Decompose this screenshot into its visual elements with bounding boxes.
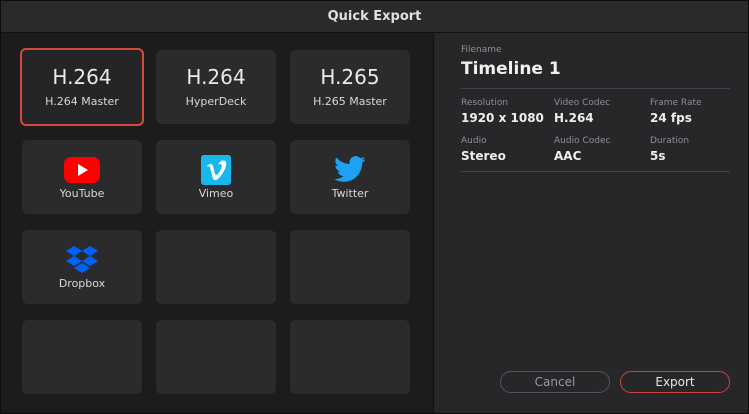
- video-codec-label: Video Codec: [554, 98, 611, 108]
- preset-dropbox[interactable]: Dropbox: [22, 230, 142, 304]
- twitter-icon: [334, 155, 366, 185]
- audio-codec-label: Audio Codec: [554, 136, 611, 146]
- preset-twitter[interactable]: Twitter: [290, 140, 410, 214]
- preset-grid: H.264 H.264 Master H.264 HyperDeck H.265…: [1, 33, 433, 413]
- preset-format: H.264: [52, 65, 112, 89]
- duration-label: Duration: [650, 136, 690, 146]
- separator: [461, 88, 730, 89]
- preset-empty-slot: [290, 320, 410, 394]
- audio-value: Stereo: [461, 149, 506, 163]
- preset-youtube[interactable]: YouTube: [22, 140, 142, 214]
- resolution-value: 1920 x 1080: [461, 111, 544, 125]
- preset-h265-master[interactable]: H.265 H.265 Master: [290, 50, 410, 124]
- preset-empty-slot: [290, 230, 410, 304]
- preset-label: Dropbox: [58, 276, 106, 290]
- separator: [461, 171, 730, 172]
- preset-label: HyperDeck: [185, 95, 247, 108]
- cancel-button[interactable]: Cancel: [500, 371, 610, 393]
- preset-format: H.265: [320, 65, 380, 89]
- frame-rate-label: Frame Rate: [650, 98, 702, 108]
- preset-label: YouTube: [59, 186, 105, 200]
- audio-label: Audio: [461, 136, 487, 146]
- preset-label: H.264 Master: [45, 95, 119, 108]
- frame-rate-value: 24 fps: [650, 111, 692, 125]
- preset-format: H.264: [186, 65, 246, 89]
- vimeo-icon: [201, 154, 231, 185]
- preset-empty-slot: [156, 230, 276, 304]
- preset-label: Twitter: [331, 186, 369, 200]
- filename-value[interactable]: Timeline 1: [461, 59, 561, 79]
- preset-hyperdeck[interactable]: H.264 HyperDeck: [156, 50, 276, 124]
- export-details-panel: Filename Timeline 1 Resolution 1920 x 10…: [434, 33, 748, 413]
- preset-label: H.265 Master: [313, 95, 387, 108]
- duration-value: 5s: [650, 149, 666, 163]
- quick-export-dialog: Quick Export H.264 H.264 Master H.264 Hy…: [0, 0, 749, 414]
- export-button[interactable]: Export: [620, 371, 730, 393]
- preset-h264-master[interactable]: H.264 H.264 Master: [20, 48, 144, 126]
- dropbox-icon: [65, 245, 99, 275]
- filename-label: Filename: [461, 45, 502, 55]
- title-bar: Quick Export: [1, 1, 748, 33]
- youtube-icon: [64, 155, 100, 185]
- dialog-title: Quick Export: [327, 9, 422, 24]
- preset-vimeo[interactable]: Vimeo: [156, 140, 276, 214]
- preset-empty-slot: [156, 320, 276, 394]
- video-codec-value: H.264: [554, 111, 594, 125]
- audio-codec-value: AAC: [554, 149, 582, 163]
- resolution-label: Resolution: [461, 98, 509, 108]
- preset-label: Vimeo: [198, 186, 234, 200]
- preset-empty-slot: [22, 320, 142, 394]
